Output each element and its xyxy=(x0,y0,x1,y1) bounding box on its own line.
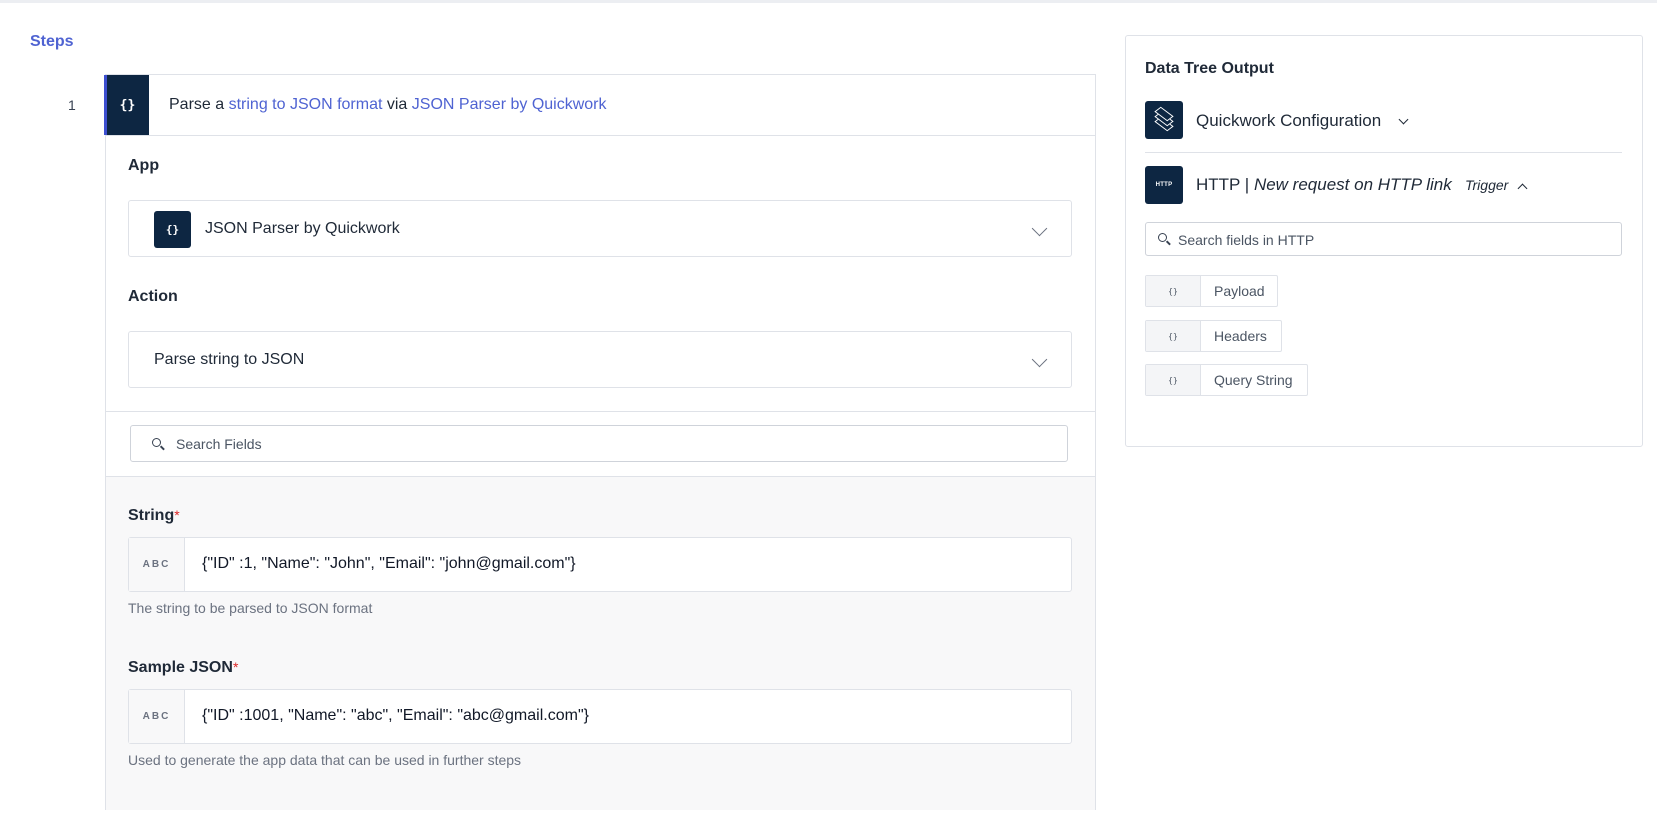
string-field-help: The string to be parsed to JSON format xyxy=(128,600,373,616)
chevron-down-icon xyxy=(1031,351,1048,368)
divider xyxy=(106,411,1095,412)
http-app-name: HTTP | xyxy=(1196,175,1250,194)
action-select-value: Parse string to JSON xyxy=(154,351,305,368)
string-field-label: String* xyxy=(128,507,180,525)
curly-braces-icon: {} xyxy=(154,211,191,248)
http-icon: HTTP xyxy=(1145,166,1183,204)
string-field-input[interactable]: ABC {"ID" :1, "Name": "John", "Email": "… xyxy=(128,537,1072,592)
divider xyxy=(1145,152,1622,153)
chip-label: Query String xyxy=(1214,372,1293,388)
text-type-badge: ABC xyxy=(129,690,185,743)
action-select[interactable]: Parse string to JSON xyxy=(128,331,1072,388)
sample-json-field-label: Sample JSON* xyxy=(128,659,238,677)
chip-label: Headers xyxy=(1214,328,1267,344)
step-app-link[interactable]: JSON Parser by Quickwork xyxy=(412,96,607,113)
sample-json-field-value: {"ID" :1001, "Name": "abc", "Email": "ab… xyxy=(202,707,589,724)
data-tree-panel: Data Tree Output Quickwork Configuration… xyxy=(1125,35,1643,447)
search-http-placeholder: Search fields in HTTP xyxy=(1178,232,1315,248)
chip-label: Payload xyxy=(1214,283,1265,299)
sample-json-field-input[interactable]: ABC {"ID" :1001, "Name": "abc", "Email":… xyxy=(128,689,1072,744)
search-icon xyxy=(1158,233,1167,242)
app-select-value: JSON Parser by Quickwork xyxy=(205,220,400,237)
chevron-up-icon[interactable] xyxy=(1517,183,1528,194)
sample-json-label-text: Sample JSON xyxy=(128,659,233,676)
http-event-name: New request on HTTP link xyxy=(1253,175,1452,194)
headers-chip[interactable]: {} Headers xyxy=(1145,320,1282,352)
fields-section: String* ABC {"ID" :1, "Name": "John", "E… xyxy=(106,476,1095,810)
sample-json-field-help: Used to generate the app data that can b… xyxy=(128,752,522,768)
chevron-down-icon xyxy=(1031,220,1048,237)
curly-braces-icon: {} xyxy=(104,75,149,135)
step-text-prefix: Parse a xyxy=(169,96,225,113)
curly-braces-icon: {} xyxy=(1146,276,1201,306)
action-label: Action xyxy=(128,288,178,305)
curly-braces-icon: {} xyxy=(1146,365,1201,395)
payload-chip[interactable]: {} Payload xyxy=(1145,275,1278,307)
data-tree-title: Data Tree Output xyxy=(1145,60,1274,77)
step-number: 1 xyxy=(68,97,76,113)
query-string-chip[interactable]: {} Query String xyxy=(1145,364,1308,396)
app-label: App xyxy=(128,157,160,174)
search-fields-placeholder: Search Fields xyxy=(176,436,262,452)
trigger-badge: Trigger xyxy=(1465,177,1509,193)
search-http-fields-input[interactable]: Search fields in HTTP xyxy=(1145,222,1622,256)
top-border xyxy=(0,0,1657,3)
step-text-mid: via xyxy=(386,96,408,113)
chevron-down-icon[interactable] xyxy=(1398,114,1409,125)
quickwork-configuration-label[interactable]: Quickwork Configuration xyxy=(1196,111,1381,131)
curly-braces-icon: {} xyxy=(1146,321,1201,351)
required-marker: * xyxy=(174,507,180,523)
http-trigger-label[interactable]: HTTP | New request on HTTP link xyxy=(1196,175,1452,195)
required-marker: * xyxy=(232,659,239,675)
app-select[interactable]: {} JSON Parser by Quickwork xyxy=(128,200,1072,257)
string-field-value: {"ID" :1, "Name": "John", "Email": "john… xyxy=(202,555,576,572)
search-fields-input[interactable]: Search Fields xyxy=(130,425,1068,462)
step-header[interactable]: {} Parse a string to JSON format via JSO… xyxy=(104,75,1095,136)
search-icon xyxy=(152,438,161,447)
layers-icon xyxy=(1145,101,1183,139)
step-action-link[interactable]: string to JSON format xyxy=(229,96,383,113)
step-card: {} Parse a string to JSON format via JSO… xyxy=(104,74,1096,810)
text-type-badge: ABC xyxy=(129,538,185,591)
string-label-text: String xyxy=(128,507,175,524)
step-description: Parse a string to JSON format via JSON P… xyxy=(169,96,607,114)
steps-heading: Steps xyxy=(30,33,74,50)
